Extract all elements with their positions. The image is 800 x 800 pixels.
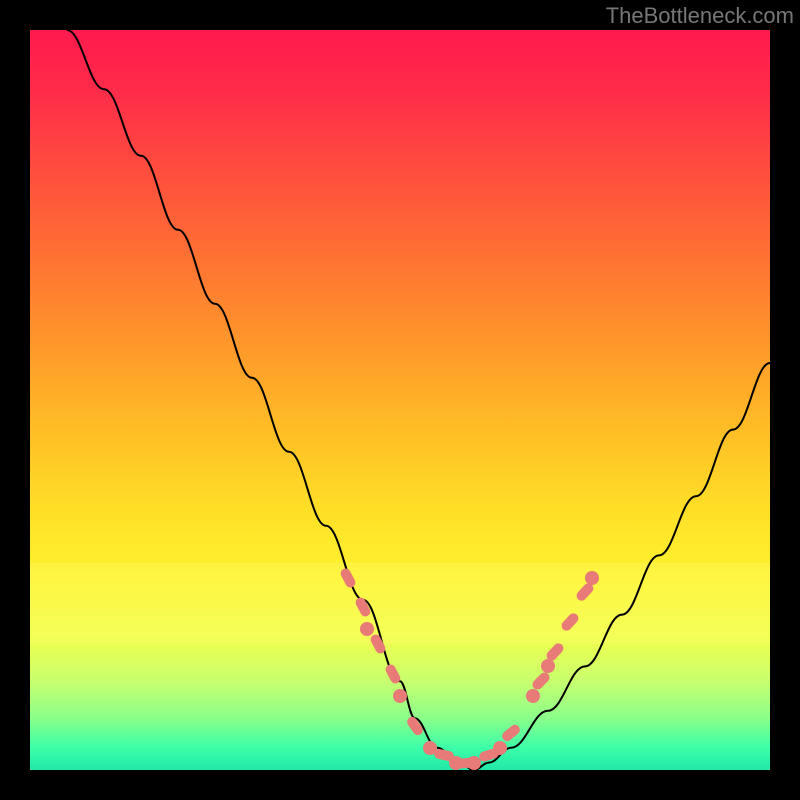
- marker-dot: [493, 741, 507, 755]
- marker-dot: [541, 659, 555, 673]
- chart-frame: TheBottleneck.com: [0, 0, 800, 800]
- bottleneck-curve: [67, 30, 770, 770]
- marker-dot: [360, 622, 374, 636]
- plot-area: [30, 30, 770, 770]
- marker-dot: [393, 689, 407, 703]
- curve-svg: [30, 30, 770, 770]
- marker-dot: [526, 689, 540, 703]
- watermark-text: TheBottleneck.com: [606, 3, 794, 29]
- marker-dot: [585, 571, 599, 585]
